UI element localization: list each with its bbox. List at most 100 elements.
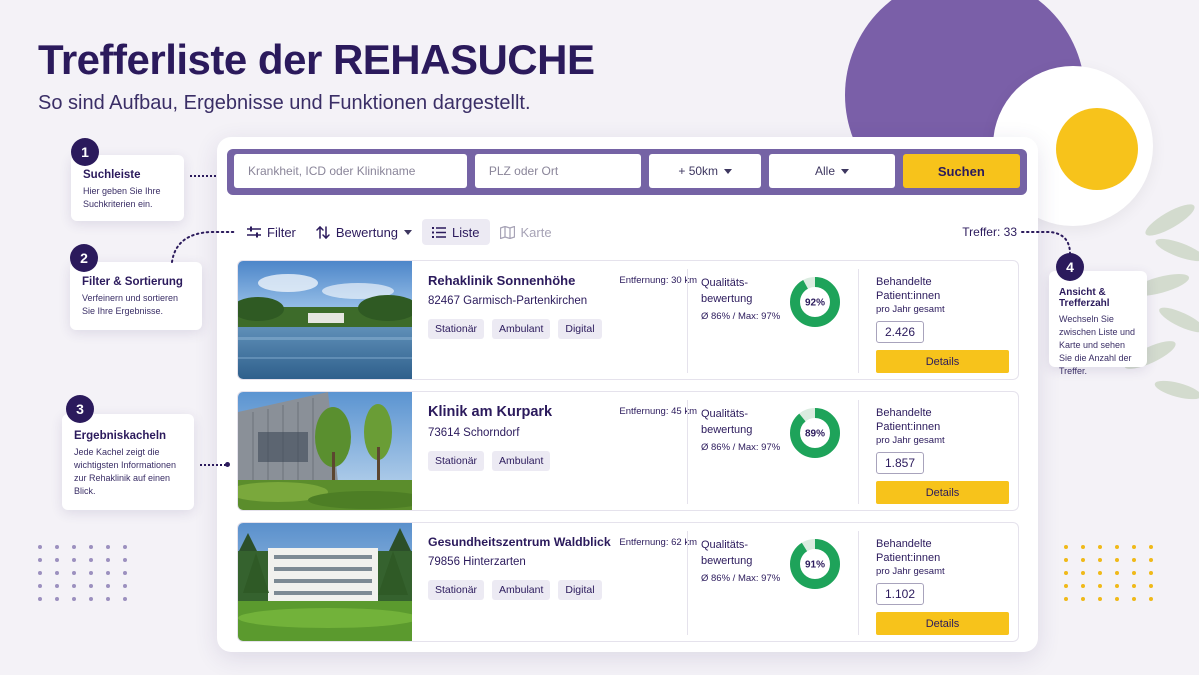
clinic-distance: Entfernung: 30 km — [619, 275, 697, 286]
callout-title: Filter & Sortierung — [82, 276, 183, 288]
tag: Stationär — [428, 319, 485, 339]
patients-label: Behandelte Patient:innen — [876, 538, 941, 564]
quality-score-ring: 89% — [790, 408, 840, 458]
details-button[interactable]: Details — [876, 612, 1009, 635]
clinic-city: 79856 Hinterzarten — [428, 556, 526, 568]
search-button[interactable]: Suchen — [902, 154, 1020, 188]
quality-label: Qualitäts-bewertung — [701, 408, 753, 436]
list-icon — [432, 226, 447, 238]
chevron-down-icon — [724, 168, 733, 174]
decor-circle-yellow — [1056, 108, 1138, 190]
callout-view-count: Ansicht & Trefferzahl Wechseln Sie zwisc… — [1049, 271, 1147, 376]
search-input-placeholder: Krankheit, ICD oder Klinikname — [248, 164, 416, 178]
view-map-tab[interactable]: Karte — [490, 219, 562, 245]
list-label: Liste — [452, 224, 480, 240]
sliders-icon — [247, 226, 261, 238]
callout-text: Verfeinern und sortieren Sie Ihre Ergebn… — [82, 293, 179, 316]
tag: Ambulant — [492, 319, 551, 339]
callout-number-1: 1 — [71, 138, 99, 166]
clinic-photo-forest — [238, 523, 412, 641]
details-button[interactable]: Details — [876, 350, 1009, 373]
callout-title: Ergebniskacheln — [74, 430, 167, 442]
quality-score-ring: 92% — [790, 277, 840, 327]
callout-text: Hier geben Sie Ihre Suchkriterien ein. — [83, 186, 161, 209]
tag: Digital — [558, 580, 602, 600]
patients-label: Behandelte Patient:innen — [876, 407, 941, 433]
view-list-tab[interactable]: Liste — [422, 219, 490, 245]
divider — [858, 531, 859, 635]
quality-label: Qualitäts-bewertung — [701, 539, 753, 567]
quality-score-ring: 91% — [790, 539, 840, 589]
type-value: Alle — [815, 164, 836, 178]
results-toolbar: Filter Bewertung Liste Karte Treffer: 33 — [237, 219, 1017, 245]
patients-value: 1.102 — [876, 583, 924, 605]
location-input-placeholder: PLZ oder Ort — [488, 164, 559, 178]
result-card: Klinik am Kurpark 73614 Schorndorf Stati… — [237, 391, 1019, 511]
tag: Ambulant — [492, 451, 551, 471]
map-icon — [499, 225, 515, 239]
patients-label: Behandelte Patient:innen — [876, 276, 941, 302]
sort-arrows-icon — [316, 225, 330, 239]
patients-sub: pro Jahr gesamt — [876, 435, 945, 446]
result-card: Gesundheitszentrum Waldblick 79856 Hinte… — [237, 522, 1019, 642]
page-title: Trefferliste der REHASUCHE — [38, 36, 595, 83]
connector-dot — [225, 462, 230, 467]
clinic-tags: Stationär Ambulant — [428, 451, 688, 471]
divider — [687, 400, 688, 504]
connector-line — [171, 231, 235, 263]
quality-score-label: 91% — [805, 560, 825, 571]
filter-label: Filter — [267, 224, 296, 240]
clinic-city: 82467 Garmisch-Partenkirchen — [428, 295, 588, 307]
filter-button[interactable]: Filter — [237, 219, 306, 245]
radius-select[interactable]: + 50km — [649, 154, 762, 188]
page-subtitle: So sind Aufbau, Ergebnisse und Funktione… — [38, 92, 531, 114]
quality-avg: Ø 86% / Max: 97% — [701, 442, 781, 453]
callout-text: Wechseln Sie zwischen Liste und Karte un… — [1059, 314, 1136, 376]
clinic-photo-building — [238, 392, 412, 510]
divider — [858, 400, 859, 504]
result-card: Rehaklinik Sonnenhöhe 82467 Garmisch-Par… — [237, 260, 1019, 380]
patients-sub: pro Jahr gesamt — [876, 304, 945, 315]
dot-grid-right — [1064, 545, 1157, 601]
tag: Stationär — [428, 451, 485, 471]
clinic-distance: Entfernung: 62 km — [619, 537, 697, 548]
quality-label: Qualitäts-bewertung — [701, 277, 753, 305]
patients-value: 2.426 — [876, 321, 924, 343]
results-panel: Krankheit, ICD oder Klinikname PLZ oder … — [217, 137, 1038, 652]
clinic-city: 73614 Schorndorf — [428, 427, 520, 439]
details-button[interactable]: Details — [876, 481, 1009, 504]
radius-value: + 50km — [678, 164, 719, 178]
clinic-tags: Stationär Ambulant Digital — [428, 319, 688, 339]
chevron-down-icon — [841, 168, 850, 174]
callout-title: Ansicht & Trefferzahl — [1059, 287, 1110, 309]
dot-grid-left — [38, 545, 131, 601]
callout-number-4: 4 — [1056, 253, 1084, 281]
chevron-down-icon — [404, 229, 413, 235]
map-label: Karte — [520, 224, 552, 240]
sort-label: Bewertung — [335, 224, 399, 240]
divider — [858, 269, 859, 373]
quality-avg: Ø 86% / Max: 97% — [701, 311, 781, 322]
result-count: Treffer: 33 — [962, 225, 1017, 239]
callout-filter-sort: Filter & Sortierung Verfeinern und sorti… — [70, 262, 202, 330]
divider — [687, 531, 688, 635]
quality-avg: Ø 86% / Max: 97% — [701, 573, 781, 584]
type-select[interactable]: Alle — [769, 154, 895, 188]
patients-value: 1.857 — [876, 452, 924, 474]
clinic-distance: Entfernung: 45 km — [619, 406, 697, 417]
callout-result-cards: Ergebniskacheln Jede Kachel zeigt die wi… — [62, 414, 194, 510]
clinic-photo-lake — [238, 261, 412, 379]
tag: Stationär — [428, 580, 485, 600]
quality-score-label: 89% — [805, 429, 825, 440]
quality-score-label: 92% — [805, 298, 825, 309]
divider — [687, 269, 688, 373]
tag: Digital — [558, 319, 602, 339]
patients-sub: pro Jahr gesamt — [876, 566, 945, 577]
search-bar: Krankheit, ICD oder Klinikname PLZ oder … — [227, 149, 1027, 195]
connector-line — [190, 175, 216, 177]
location-input[interactable]: PLZ oder Ort — [474, 154, 642, 188]
tag: Ambulant — [492, 580, 551, 600]
search-input[interactable]: Krankheit, ICD oder Klinikname — [234, 154, 467, 188]
callout-text: Jede Kachel zeigt die wichtigsten Inform… — [74, 447, 177, 496]
sort-dropdown[interactable]: Bewertung — [306, 219, 422, 245]
